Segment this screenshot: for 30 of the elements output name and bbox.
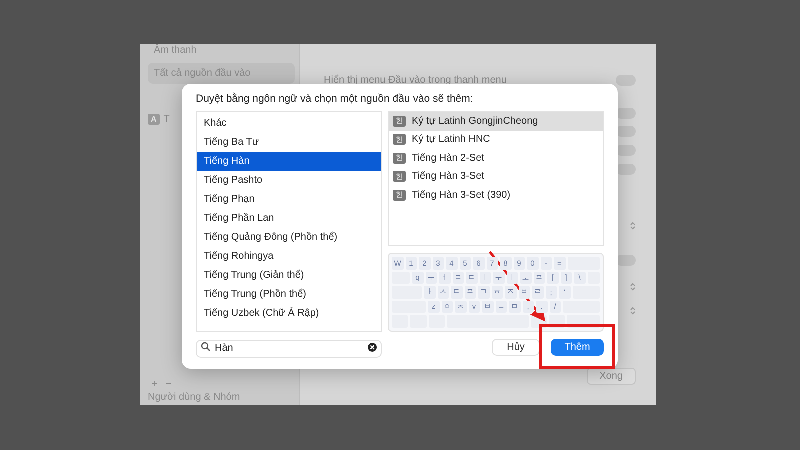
language-item[interactable]: Tiếng Trung (Giản thể) [197,266,381,285]
toggle-switch[interactable] [616,108,636,119]
input-badge: A [148,114,160,125]
toggle-switch[interactable] [616,255,636,266]
language-item[interactable]: Tiếng Pashto [197,171,381,190]
language-item[interactable]: Tiếng Rohingya [197,247,381,266]
toggle-switch[interactable] [616,145,636,156]
annotation-arrow [489,251,546,322]
toggle-switch[interactable] [616,74,636,86]
toggle-switch[interactable] [616,126,636,137]
language-item[interactable]: Khác [197,114,381,133]
language-item[interactable]: Tiếng Quảng Đông (Phồn thể) [197,228,381,247]
setting-label: Hiển thị menu Đầu vào trong thanh menu [324,74,507,86]
dialog-prompt: Duyệt bằng ngôn ngữ và chọn một nguồn đầu vào sẽ thêm: [196,93,474,105]
stepper-icon[interactable] [630,282,636,292]
search-field[interactable]: Hàn [196,340,382,358]
search-icon [201,342,211,352]
language-item[interactable]: Tiếng Phần Lan [197,209,381,228]
toggle-switch[interactable] [616,164,636,175]
stepper-icon[interactable] [630,306,636,316]
add-button[interactable]: Thêm [551,338,604,356]
input-source-label: T [164,114,170,125]
clear-icon[interactable] [368,342,377,352]
language-item[interactable]: Tiếng Ba Tư [197,133,381,152]
cancel-button[interactable]: Hủy [492,338,540,356]
language-item[interactable]: Tiếng Hàn [197,152,381,171]
stepper-icon[interactable] [630,221,636,231]
language-item[interactable]: Tiếng Phạn [197,190,381,209]
language-item[interactable]: Tiếng Uzbek (Chữ Ả Rập) [197,304,381,323]
language-item[interactable]: Tiếng Trung (Phồn thể) [197,285,381,304]
